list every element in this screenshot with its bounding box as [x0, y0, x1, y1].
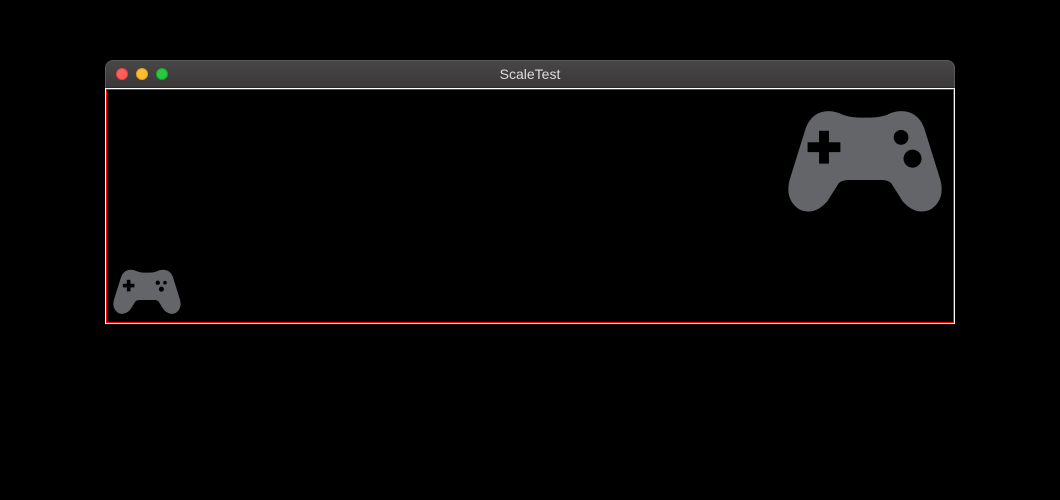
minimize-button[interactable]	[136, 68, 148, 80]
maximize-button[interactable]	[156, 68, 168, 80]
content-area	[105, 88, 955, 324]
gamecontroller-icon	[783, 98, 947, 216]
close-button[interactable]	[116, 68, 128, 80]
traffic-lights	[116, 68, 168, 80]
gamecontroller-icon	[111, 264, 183, 318]
window-title: ScaleTest	[106, 66, 954, 82]
app-window: ScaleTest	[105, 60, 955, 324]
titlebar[interactable]: ScaleTest	[105, 60, 955, 88]
